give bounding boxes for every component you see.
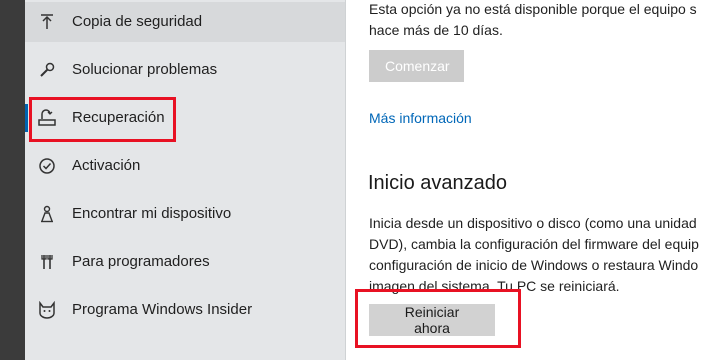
sidebar-item-label: Programa Windows Insider <box>72 301 253 318</box>
more-info-link[interactable]: Más información <box>369 110 472 126</box>
goback-description-line: Esta opción ya no está disponible porque… <box>369 1 697 17</box>
wrench-icon <box>37 60 57 80</box>
sidebar-item-label: Activación <box>72 157 141 174</box>
upload-icon <box>37 12 57 32</box>
goback-description-line: hace más de 10 días. <box>369 22 503 38</box>
advanced-startup-title: Inicio avanzado <box>368 172 507 194</box>
sidebar-item-label: Solucionar problemas <box>72 61 218 78</box>
highlight-box-restart <box>355 289 521 348</box>
advanced-description-line: Inicia desde un dispositivo o disco (com… <box>369 215 697 231</box>
sidebar-item-developers[interactable]: Para programadores <box>25 242 345 282</box>
sidebar-item-label: Copia de seguridad <box>72 13 203 30</box>
sidebar-item-insider[interactable]: Programa Windows Insider <box>25 290 345 330</box>
advanced-description-line: DVD), cambia la configuración del firmwa… <box>369 236 699 252</box>
start-button: Comenzar <box>369 50 464 82</box>
sidebar: Copia de seguridad Solucionar problemas … <box>25 0 345 360</box>
sidebar-item-troubleshoot[interactable]: Solucionar problemas <box>25 50 345 90</box>
window-edge <box>0 0 25 360</box>
sidebar-item-label: Para programadores <box>72 253 210 270</box>
sidebar-item-activation[interactable]: Activación <box>25 146 345 186</box>
highlight-box-recovery <box>29 97 176 142</box>
person-locate-icon <box>37 204 57 224</box>
developer-tools-icon <box>37 252 57 272</box>
insider-cat-icon <box>37 300 57 320</box>
advanced-description-line: configuración de inicio de Windows o res… <box>369 257 699 273</box>
sidebar-item-backup[interactable]: Copia de seguridad <box>25 2 345 42</box>
sidebar-item-find-device[interactable]: Encontrar mi dispositivo <box>25 194 345 234</box>
check-circle-icon <box>37 156 57 176</box>
sidebar-item-label: Encontrar mi dispositivo <box>72 205 232 222</box>
active-indicator <box>25 104 28 132</box>
